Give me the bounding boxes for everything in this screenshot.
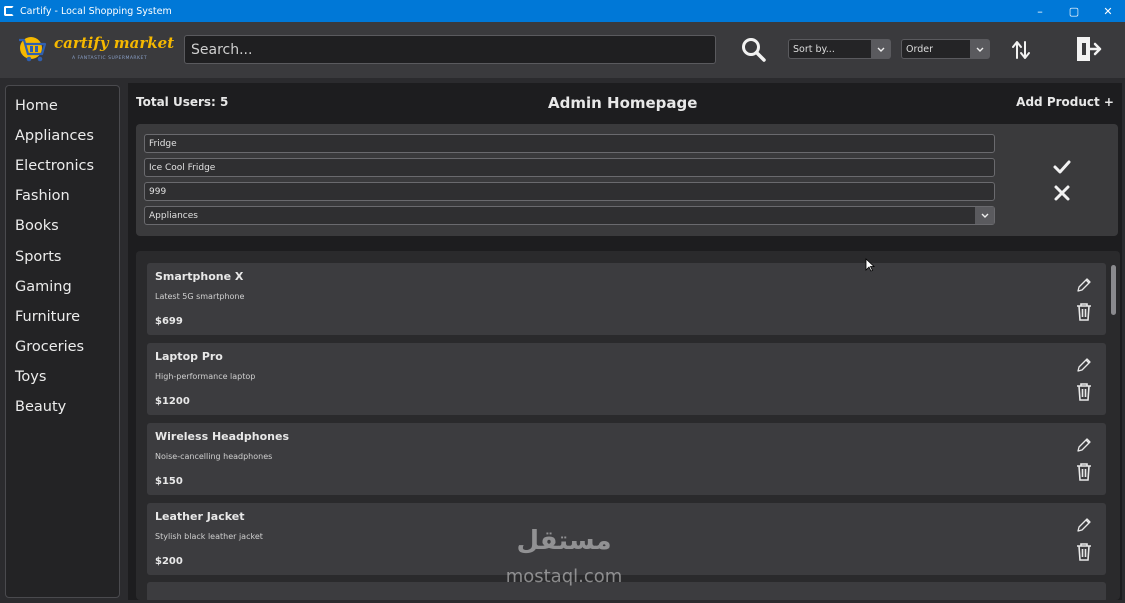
search-icon[interactable] [740,36,768,64]
sidebar-item-fashion[interactable]: Fashion [6,181,119,211]
product-name: Wireless Headphones [155,430,290,443]
product-description: Latest 5G smartphone [155,292,245,301]
close-button[interactable]: ✕ [1091,0,1125,22]
pencil-icon[interactable] [1075,356,1093,374]
product-price: $150 [155,476,183,487]
maximize-button[interactable]: ▢ [1057,0,1091,22]
minimize-button[interactable]: – [1023,0,1057,22]
sidebar-item-electronics[interactable]: Electronics [6,151,119,181]
trash-icon[interactable] [1075,542,1093,562]
cartify-logo[interactable]: cartify market A FANTASTIC SUPERMARKET [14,32,174,68]
pencil-icon[interactable] [1075,436,1093,454]
product-price: $699 [155,316,183,327]
product-name-field[interactable] [144,134,995,153]
order-select[interactable]: Order [901,39,990,59]
sort-by-select[interactable]: Sort by... [788,39,891,59]
product-category-select[interactable]: Appliances [144,206,995,225]
product-description: High-performance laptop [155,372,256,381]
cart-logo-icon [19,37,47,62]
app-header: cartify market A FANTASTIC SUPERMARKET S… [0,22,1125,78]
total-users-label: Total Users: 5 [136,95,229,109]
product-name: Smartphone X [155,270,244,283]
category-sidebar: Home Appliances Electronics Fashion Book… [5,85,120,598]
search-input[interactable] [184,35,716,64]
watermark-arabic: مستقل [516,526,612,556]
chevron-down-icon [871,40,890,58]
product-price-field[interactable] [144,182,995,201]
sidebar-item-beauty[interactable]: Beauty [6,392,119,422]
product-price: $1200 [155,396,190,407]
product-description-field[interactable] [144,158,995,177]
sidebar-item-books[interactable]: Books [6,211,119,241]
product-price: $200 [155,556,183,567]
product-name: Leather Jacket [155,510,245,523]
product-description: Stylish black leather jacket [155,532,263,541]
product-category-value: Appliances [149,210,198,221]
chevron-down-icon [975,207,994,224]
sidebar-item-home[interactable]: Home [6,91,119,121]
sidebar-item-gaming[interactable]: Gaming [6,272,119,302]
pencil-icon[interactable] [1075,516,1093,534]
watermark: مستقل mostaql.com [494,526,634,590]
product-name: Laptop Pro [155,350,223,363]
checkmark-icon[interactable] [1052,157,1072,177]
product-card: Wireless Headphones Noise-cancelling hea… [147,423,1106,495]
add-product-button[interactable]: Add Product + [1016,95,1114,109]
window-controls: – ▢ ✕ [1023,0,1125,22]
product-card: Smartphone X Latest 5G smartphone $699 [147,263,1106,335]
app-icon [4,6,14,16]
main-content: Total Users: 5 Admin Homepage Add Produc… [128,83,1122,600]
close-icon[interactable] [1052,183,1072,203]
logo-tagline: A FANTASTIC SUPERMARKET [72,56,148,61]
sidebar-item-sports[interactable]: Sports [6,241,119,271]
page-title: Admin Homepage [548,94,698,112]
sidebar-item-furniture[interactable]: Furniture [6,302,119,332]
product-form: Appliances [136,124,1118,236]
sort-arrows-icon[interactable] [1010,39,1032,61]
mouse-cursor-icon [865,258,875,272]
sidebar-item-toys[interactable]: Toys [6,362,119,392]
logout-icon[interactable] [1073,34,1103,64]
list-scrollbar[interactable] [1111,265,1116,315]
product-card: Laptop Pro High-performance laptop $1200 [147,343,1106,415]
product-description: Noise-cancelling headphones [155,452,273,461]
pencil-icon[interactable] [1075,276,1093,294]
sidebar-item-appliances[interactable]: Appliances [6,121,119,151]
sort-by-value: Sort by... [793,43,835,55]
sidebar-item-groceries[interactable]: Groceries [6,332,119,362]
chevron-down-icon [970,40,989,58]
trash-icon[interactable] [1075,462,1093,482]
window-title: Cartify - Local Shopping System [20,5,172,17]
window-titlebar: Cartify - Local Shopping System – ▢ ✕ [0,0,1125,22]
trash-icon[interactable] [1075,302,1093,322]
logo-brand-text: cartify market [54,34,175,52]
order-value: Order [906,43,933,55]
trash-icon[interactable] [1075,382,1093,402]
watermark-latin: mostaql.com [505,566,623,587]
